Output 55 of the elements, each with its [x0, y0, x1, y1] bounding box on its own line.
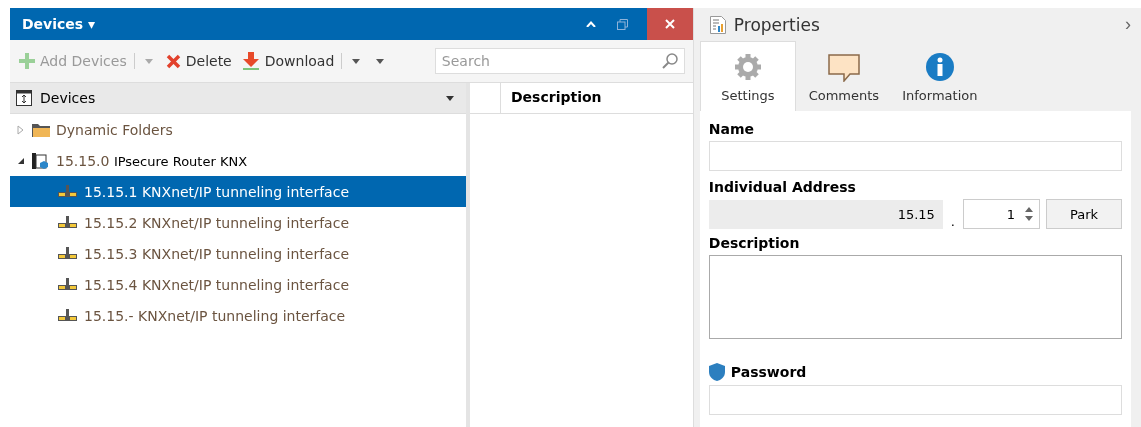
window-title[interactable]: Devices ▾	[10, 16, 96, 32]
caret-icon	[352, 58, 361, 64]
interface-icon	[58, 277, 78, 292]
tree-header: Devices	[40, 90, 97, 106]
close-icon	[664, 19, 675, 29]
field-label: Name	[708, 121, 755, 137]
tab[interactable]: Comments	[795, 41, 892, 111]
panel-title: Properties	[733, 14, 821, 35]
device-icon	[32, 151, 50, 170]
address-separator: .	[949, 214, 956, 229]
interface-icon	[58, 184, 78, 199]
tree-item[interactable]: 15.15.3 KNXnet/IP tunneling interface	[10, 238, 466, 269]
collapse-panel-button[interactable]: ›	[1125, 14, 1131, 36]
shield-icon	[708, 363, 725, 381]
caret-icon	[446, 95, 454, 101]
address-prefix: 15.15	[708, 200, 943, 229]
tree-item[interactable]: 15.15.2 KNXnet/IP tunneling interface	[10, 207, 466, 238]
tree-item[interactable]: Dynamic Folders	[10, 114, 466, 145]
close-button[interactable]	[646, 8, 693, 40]
input-field[interactable]	[708, 385, 1122, 415]
spinner-icon	[1025, 207, 1033, 221]
properties-icon	[709, 15, 726, 34]
caret-icon	[144, 58, 153, 64]
download-icon	[241, 52, 260, 70]
gear-icon	[732, 52, 763, 82]
close-icon	[165, 53, 181, 69]
tree-item[interactable]: 15.15.0 IPsecure Router KNX	[10, 145, 466, 176]
park-button[interactable]: Park	[1046, 199, 1122, 229]
tab[interactable]: Settings	[699, 41, 796, 111]
folder-icon	[32, 122, 50, 137]
info-icon	[924, 52, 955, 82]
restore-icon	[617, 18, 629, 30]
chevron-up-icon	[585, 21, 596, 27]
field-label: Password	[730, 364, 807, 380]
field-label: Individual Address	[708, 179, 856, 195]
tree-item[interactable]: 15.15.- KNXnet/IP tunneling interface	[10, 300, 466, 331]
search-icon	[661, 53, 678, 69]
field-label: Description	[708, 235, 800, 251]
tab[interactable]: Information	[891, 41, 988, 111]
input-field[interactable]	[708, 141, 1122, 171]
interface-icon	[58, 246, 78, 261]
number-field[interactable]: 1	[963, 199, 1040, 229]
tree-item[interactable]: 15.15.4 KNXnet/IP tunneling interface	[10, 269, 466, 300]
tree-item[interactable]: 15.15.1 KNXnet/IP tunneling interface	[10, 176, 466, 207]
panel-icon	[16, 90, 32, 106]
text-area[interactable]	[708, 255, 1122, 339]
speech-bubble-icon	[827, 54, 860, 82]
column-header[interactable]: Description	[501, 83, 612, 113]
search-field[interactable]: Search	[434, 48, 685, 74]
caret-icon	[376, 58, 385, 64]
delete-button[interactable]: Delete	[162, 51, 235, 71]
interface-icon	[58, 308, 78, 323]
interface-icon	[58, 215, 78, 230]
download-button[interactable]: Download	[238, 50, 338, 72]
plus-icon	[19, 53, 35, 69]
